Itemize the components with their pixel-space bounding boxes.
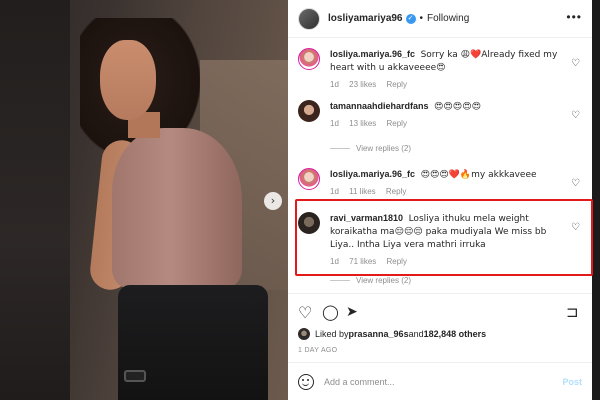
author-username[interactable]: losliyamariya96 xyxy=(328,13,403,24)
comment-reply-button[interactable]: Reply xyxy=(386,187,406,196)
view-replies-button[interactable]: View replies (2) xyxy=(330,276,411,285)
post-actions-bar: ♡ ◯ ➤ ⊐ xyxy=(288,293,592,329)
comment-item: losliya.mariya.96_fc 😍😍😍❤️🔥my akkkaveee … xyxy=(298,168,584,196)
photo-person-face xyxy=(100,40,156,120)
comment-age: 1d xyxy=(330,119,339,128)
comment-item: losliya.mariya.96_fc Sorry ka 😩❤️Already… xyxy=(298,48,584,89)
comment-text: 😍😍😍❤️🔥my akkkaveee xyxy=(420,170,537,180)
comment-meta: 1d 13 likes Reply xyxy=(330,119,584,128)
likes-summary: Liked by prasanna_96s and 182,848 others xyxy=(298,328,486,340)
liker-username[interactable]: prasanna_96s xyxy=(349,329,409,339)
comment-text-block: losliya.mariya.96_fc 😍😍😍❤️🔥my akkkaveee xyxy=(330,168,584,181)
emoji-picker-icon[interactable] xyxy=(298,373,314,390)
comment-meta: 1d 23 likes Reply xyxy=(330,80,584,89)
post-header: losliyamariya96 ✓ • Following ••• xyxy=(288,0,592,38)
view-replies-label: View replies (2) xyxy=(356,144,411,153)
carousel-next-icon[interactable]: › xyxy=(264,192,282,210)
like-heart-icon[interactable]: ♡ xyxy=(298,303,312,323)
more-options-icon[interactable]: ••• xyxy=(566,10,582,24)
commenter-avatar[interactable] xyxy=(298,48,320,70)
right-edge-backdrop xyxy=(592,0,600,400)
photo-person-watch xyxy=(124,370,146,382)
likes-count[interactable]: 182,848 others xyxy=(424,329,487,339)
photo-person-pants xyxy=(118,285,268,400)
post-timestamp: 1 DAY AGO xyxy=(298,347,338,354)
commenter-avatar[interactable] xyxy=(298,100,320,122)
comment-like-heart-icon[interactable]: ♡ xyxy=(571,58,580,69)
comment-bubble-icon[interactable]: ◯ xyxy=(322,303,339,321)
liker-avatar[interactable] xyxy=(298,328,310,340)
replies-divider xyxy=(330,280,350,282)
comment-reply-button[interactable]: Reply xyxy=(387,119,407,128)
add-comment-input[interactable] xyxy=(324,376,563,387)
likes-middle: and xyxy=(408,329,424,339)
view-replies-button[interactable]: View replies (2) xyxy=(330,144,411,153)
following-button[interactable]: Following xyxy=(427,13,469,24)
comment-meta: 1d 11 likes Reply xyxy=(330,187,584,196)
comment-likes[interactable]: 11 likes xyxy=(349,187,376,196)
comment-item: tamannaahdiehardfans 😍😍😍😍😍 1d 13 likes R… xyxy=(298,100,584,128)
comment-username[interactable]: losliya.mariya.96_fc xyxy=(330,49,415,59)
save-bookmark-icon[interactable]: ⊐ xyxy=(566,303,579,321)
replies-divider xyxy=(330,148,350,150)
comment-text: 😍😍😍😍😍 xyxy=(434,102,481,112)
add-comment-row: Post xyxy=(288,362,592,400)
photo-background-wall xyxy=(0,0,70,400)
header-separator: • xyxy=(419,13,424,24)
comment-text-block: losliya.mariya.96_fc Sorry ka 😩❤️Already… xyxy=(330,48,584,74)
comment-age: 1d xyxy=(330,187,339,196)
comment-like-heart-icon[interactable]: ♡ xyxy=(571,178,580,189)
post-comment-button[interactable]: Post xyxy=(562,377,582,387)
comment-reply-button[interactable]: Reply xyxy=(387,80,407,89)
verified-badge-icon: ✓ xyxy=(405,13,416,24)
likes-prefix: Liked by xyxy=(315,329,349,339)
photo-person-top xyxy=(112,128,242,288)
comment-likes[interactable]: 23 likes xyxy=(349,80,376,89)
view-replies-label: View replies (2) xyxy=(356,276,411,285)
comment-username[interactable]: tamannaahdiehardfans xyxy=(330,101,429,111)
comment-username[interactable]: losliya.mariya.96_fc xyxy=(330,169,415,179)
comment-like-heart-icon[interactable]: ♡ xyxy=(571,110,580,121)
share-icon[interactable]: ➤ xyxy=(346,303,358,320)
comment-text-block: tamannaahdiehardfans 😍😍😍😍😍 xyxy=(330,100,584,113)
comment-likes[interactable]: 13 likes xyxy=(349,119,376,128)
post-photo[interactable] xyxy=(0,0,288,400)
commenter-avatar[interactable] xyxy=(298,168,320,190)
comment-age: 1d xyxy=(330,80,339,89)
comment-highlight-box xyxy=(295,199,593,276)
author-avatar[interactable] xyxy=(298,7,320,30)
